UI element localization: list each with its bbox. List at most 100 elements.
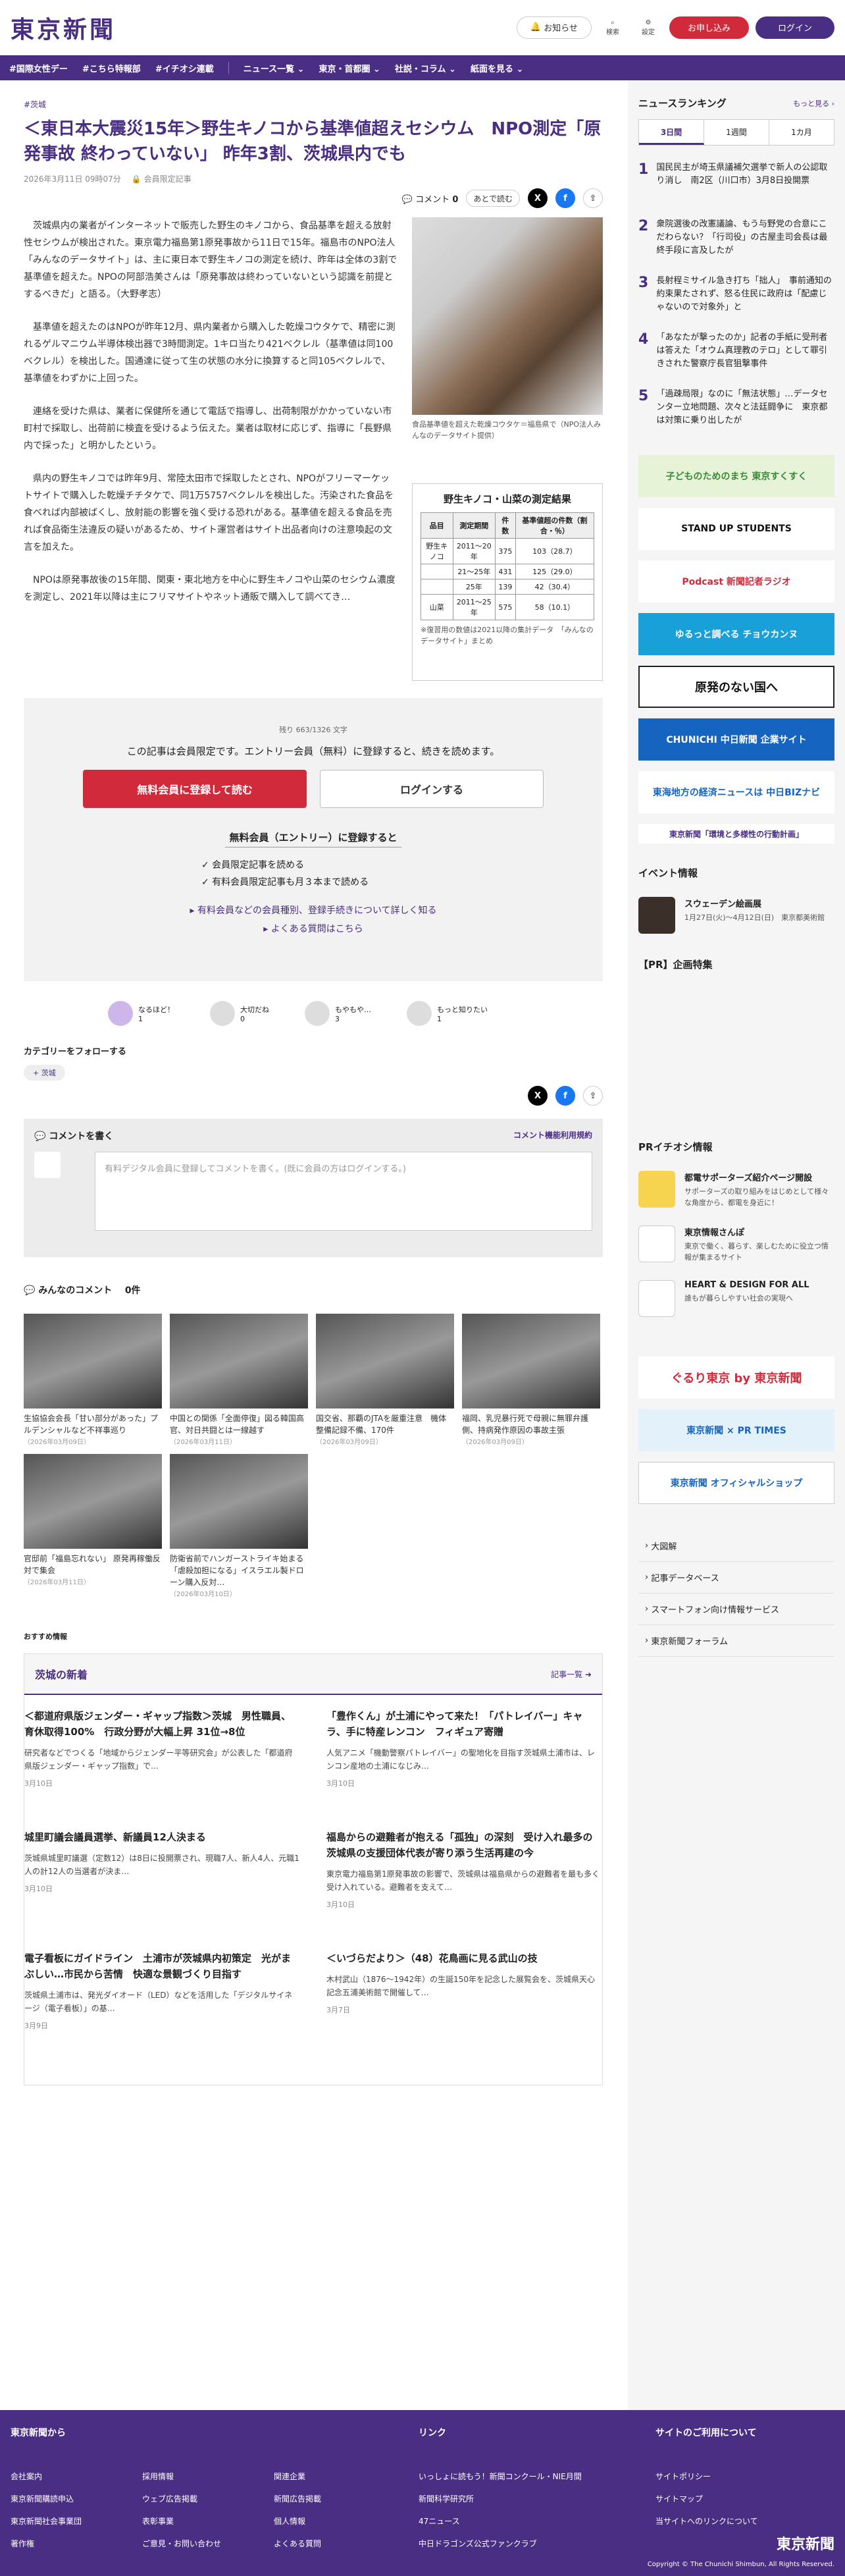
reaction-button[interactable]: もやもや… 3: [305, 1001, 371, 1026]
banner-gururi[interactable]: ぐるり東京 by 東京新聞: [638, 1356, 834, 1399]
footer-link[interactable]: 東京新聞社会事業団: [11, 2510, 103, 2533]
ranking-more[interactable]: もっと見る ›: [793, 98, 834, 109]
share-icon[interactable]: ⇪: [583, 1086, 603, 1106]
facebook-share-icon[interactable]: f: [555, 1086, 575, 1106]
related-card[interactable]: 国交省、那覇のJTAを厳重注意 機体整備記録不備、170件 （2026年03月09…: [316, 1314, 454, 1446]
related-card[interactable]: 中国との関係「全面停復」図る韓国高官、対日共闘とは一線越す （2026年03月11…: [170, 1314, 308, 1446]
side-link[interactable]: › 大図解: [638, 1530, 834, 1562]
event-item[interactable]: スウェーデン絵画展 1月27日(火)〜4月12日(日) 東京都美術館: [638, 897, 834, 934]
banner-biznavi[interactable]: 東海地方の経済ニュースは 中日BIZナビ: [638, 771, 834, 813]
ranking-item[interactable]: 5 「過疎局限」なのに「無法状態」…データセンター立地問題、次々と法廷闘争に 東京…: [638, 388, 834, 429]
paywall-login-button[interactable]: ログインする: [320, 770, 544, 808]
login-button[interactable]: ログイン: [755, 16, 834, 39]
reaction-button[interactable]: なるほど！ 1: [108, 1001, 174, 1026]
side-link[interactable]: › 東京新聞フォーラム: [638, 1625, 834, 1657]
side-link[interactable]: › 記事データベース: [638, 1562, 834, 1594]
footer-heading: 東京新聞から: [11, 2428, 66, 2438]
news-item[interactable]: ＜都道府県版ジェンダー・ギャップ指数＞茨城 男性職員、育休取得100% 行政分野…: [24, 1708, 300, 1807]
banner-sukusuku[interactable]: 子どものためのまち 東京すくすく: [638, 455, 834, 497]
pr-item[interactable]: HEART & DESIGN FOR ALL 誰もが暮らしやすい社会の実現へ: [638, 1280, 834, 1317]
footer-link[interactable]: 採用情報: [142, 2465, 234, 2488]
reaction-button[interactable]: もっと知りたい 1: [407, 1001, 488, 1026]
banner-diversity[interactable]: 東京新聞「環境と多様性の行動計画」: [638, 824, 834, 844]
footer-link[interactable]: 47ニュース: [419, 2510, 616, 2533]
footer-link[interactable]: 新聞広告掲載: [274, 2488, 366, 2510]
membership-info-link[interactable]: ▸ 有料会員などの会員種別、登録手続きについて詳しく知る: [50, 901, 576, 920]
footer-link[interactable]: よくある質問: [274, 2533, 366, 2555]
comment-input[interactable]: 有料デジタル会員に登録してコメントを書く。(既に会員の方はログインする。): [95, 1152, 592, 1231]
nav-item[interactable]: ニュース一覧 ⌄: [243, 62, 305, 74]
news-item[interactable]: 福島からの避難者が抱える「孤独」の深刻 受け入れ最多の茨城県の支援団体代表が寄り…: [326, 1829, 602, 1928]
footer-link[interactable]: 新聞科学研究所: [419, 2488, 616, 2510]
side-link[interactable]: › スマートフォン向け情報サービス: [638, 1594, 834, 1625]
ranking-item[interactable]: 3 長射程ミサイル急き打ち「拙人」 事前通知の約束果たされず、怒る住民に政府は「配…: [638, 275, 834, 315]
all-comments-heading: 💬 みんなのコメント 0件: [24, 1285, 141, 1296]
banner-chokanu[interactable]: ゆるっと調べる チョウカンヌ: [638, 613, 834, 655]
footer-link[interactable]: ご意見・お問い合わせ: [142, 2533, 234, 2555]
register-button[interactable]: 無料会員に登録して読む: [83, 770, 307, 808]
footer-link[interactable]: 関連企業: [274, 2465, 366, 2488]
nav-item[interactable]: #国際女性デー: [9, 62, 68, 74]
related-card[interactable]: 官邸前「福島忘れない」 原発再稼働反対で集会 （2026年03月11日）: [24, 1454, 162, 1598]
footer-link[interactable]: 東京新聞購読申込: [11, 2488, 103, 2510]
nav-item[interactable]: 社説・コラム ⌄: [395, 62, 456, 74]
banner-chunichi[interactable]: CHUNICHI 中日新聞 企業サイト: [638, 718, 834, 761]
banner-prtimes[interactable]: 東京新聞 × PR TIMES: [638, 1409, 834, 1451]
ranking-item[interactable]: 2 衆院選後の改憲議論、もう与野党の合意にこだわらない？「行司役」の古屋圭司会長は…: [638, 218, 834, 259]
footer-link[interactable]: 当サイトへのリンクについて: [655, 2510, 827, 2533]
notify-button[interactable]: 🔔 お知らせ: [516, 16, 592, 39]
footer-link[interactable]: サイトポリシー: [655, 2465, 827, 2488]
banner-nuclear[interactable]: 原発のない国へ: [638, 666, 834, 708]
result-table-figure[interactable]: 野生キノコ・山菜の測定結果 品目 測定期間 件数 基準値超の件数（割合・％） 野生キノ…: [412, 483, 603, 681]
tab-week[interactable]: 1週間: [704, 120, 769, 145]
related-card[interactable]: 福岡、乳児暴行死で母親に無罪弁護側、持病発作原因の事故主張 （2026年03月09…: [462, 1314, 600, 1446]
related-card[interactable]: 生協協会会長「甘い部分があった」プルデンシャルなど不祥事巡り （2026年03月0…: [24, 1314, 162, 1446]
ranking-item[interactable]: 1 国民民主が埼玉県議補欠選挙で新人の公認取り消し 南2区（川口市）3月8日投開票: [638, 161, 834, 202]
comment-link[interactable]: 💬 コメント 0: [402, 192, 459, 205]
ranking-tabs: 3日間 1週間 1カ月: [638, 119, 834, 146]
comment-rules-link[interactable]: コメント機能利用規約: [513, 1129, 592, 1142]
tab-3days[interactable]: 3日間: [639, 120, 704, 145]
news-item[interactable]: 「豊作くん」が土浦にやって来た！「パトレイバー」キャラ、手に特産レンコン フィギ…: [326, 1708, 602, 1807]
local-news-more[interactable]: 記事一覧 ➜: [551, 1669, 592, 1680]
footer-link[interactable]: いっしょに読もう！新聞コンクール・NIE月間: [419, 2465, 616, 2488]
footer-logo[interactable]: 東京新聞: [777, 2533, 834, 2554]
pr-item[interactable]: 都電サポーターズ紹介ページ開設 サポーターズの取り組みをはじめとして様々な角度から…: [638, 1171, 834, 1208]
footer-link[interactable]: 会社案内: [11, 2465, 103, 2488]
footer-link[interactable]: 表彰事業: [142, 2510, 234, 2533]
read-later-button[interactable]: あとで読む: [466, 190, 520, 207]
settings-button[interactable]: ⚙ 設定: [634, 19, 663, 36]
footer-link[interactable]: ウェブ広告掲載: [142, 2488, 234, 2510]
footer-link[interactable]: 著作権: [11, 2533, 103, 2555]
banner-podcast[interactable]: Podcast 新聞記者ラジオ: [638, 560, 834, 603]
ranking-item[interactable]: 4 「あなたが撃ったのか」記者の手紙に受刑者は答えた「オウム真理教のテロ」として罪…: [638, 331, 834, 372]
news-item[interactable]: 電子看板にガイドライン 土浦市が茨城県内初策定 光がまぶしい…市民から苦情 快適…: [24, 1950, 300, 2049]
apply-button[interactable]: お申し込み: [669, 16, 749, 39]
pr-item[interactable]: 東京情報さんぽ 東京で働く、暮らす、楽しむために役立つ情報が集まるサイト: [638, 1225, 834, 1263]
tab-month[interactable]: 1カ月: [769, 120, 834, 145]
x-share-icon[interactable]: X: [528, 188, 548, 208]
nav-item[interactable]: #イチオシ連載: [155, 62, 214, 74]
follow-tag[interactable]: + 茨城: [24, 1065, 65, 1081]
share-bar: X f ⇪: [24, 1086, 603, 1106]
related-card[interactable]: 防衛省前でハンガーストライキ始まる「虐殺加担になる」イスラエル製ドローン購入反対…: [170, 1454, 308, 1598]
news-item[interactable]: ＜いづらだより＞（48）花鳥画に見る武山の技 木村武山（1876〜1942年）の生…: [326, 1950, 602, 2049]
reaction-button[interactable]: 大切だね 0: [210, 1001, 269, 1026]
banner-standup[interactable]: STAND UP STUDENTS: [638, 508, 834, 550]
search-button[interactable]: ⌕ 検索: [598, 19, 627, 36]
site-logo[interactable]: 東京新聞: [11, 11, 116, 45]
nav-item[interactable]: #こちら特報部: [82, 62, 141, 74]
category-tag[interactable]: #茨城: [24, 99, 603, 110]
nav-item[interactable]: 東京・首都圏 ⌄: [319, 62, 380, 74]
news-item[interactable]: 城里町議会議員選挙、新議員12人決まる 茨城県城里町議選（定数12）は8日に投開票…: [24, 1829, 300, 1928]
faq-link[interactable]: ▸ よくある質問はこちら: [50, 920, 576, 938]
footer-link[interactable]: サイトマップ: [655, 2488, 827, 2510]
nav-item[interactable]: 紙面を見る ⌄: [471, 62, 523, 74]
footer-link[interactable]: 個人情報: [274, 2510, 366, 2533]
x-share-icon[interactable]: X: [528, 1086, 548, 1106]
footer-link[interactable]: 中日ドラゴンズ公式ファンクラブ: [419, 2533, 616, 2555]
facebook-share-icon[interactable]: f: [555, 188, 575, 208]
banner-shop[interactable]: 東京新聞 オフィシャルショップ: [638, 1462, 834, 1504]
share-icon[interactable]: ⇪: [583, 188, 603, 208]
mushroom-photo[interactable]: [412, 217, 603, 415]
